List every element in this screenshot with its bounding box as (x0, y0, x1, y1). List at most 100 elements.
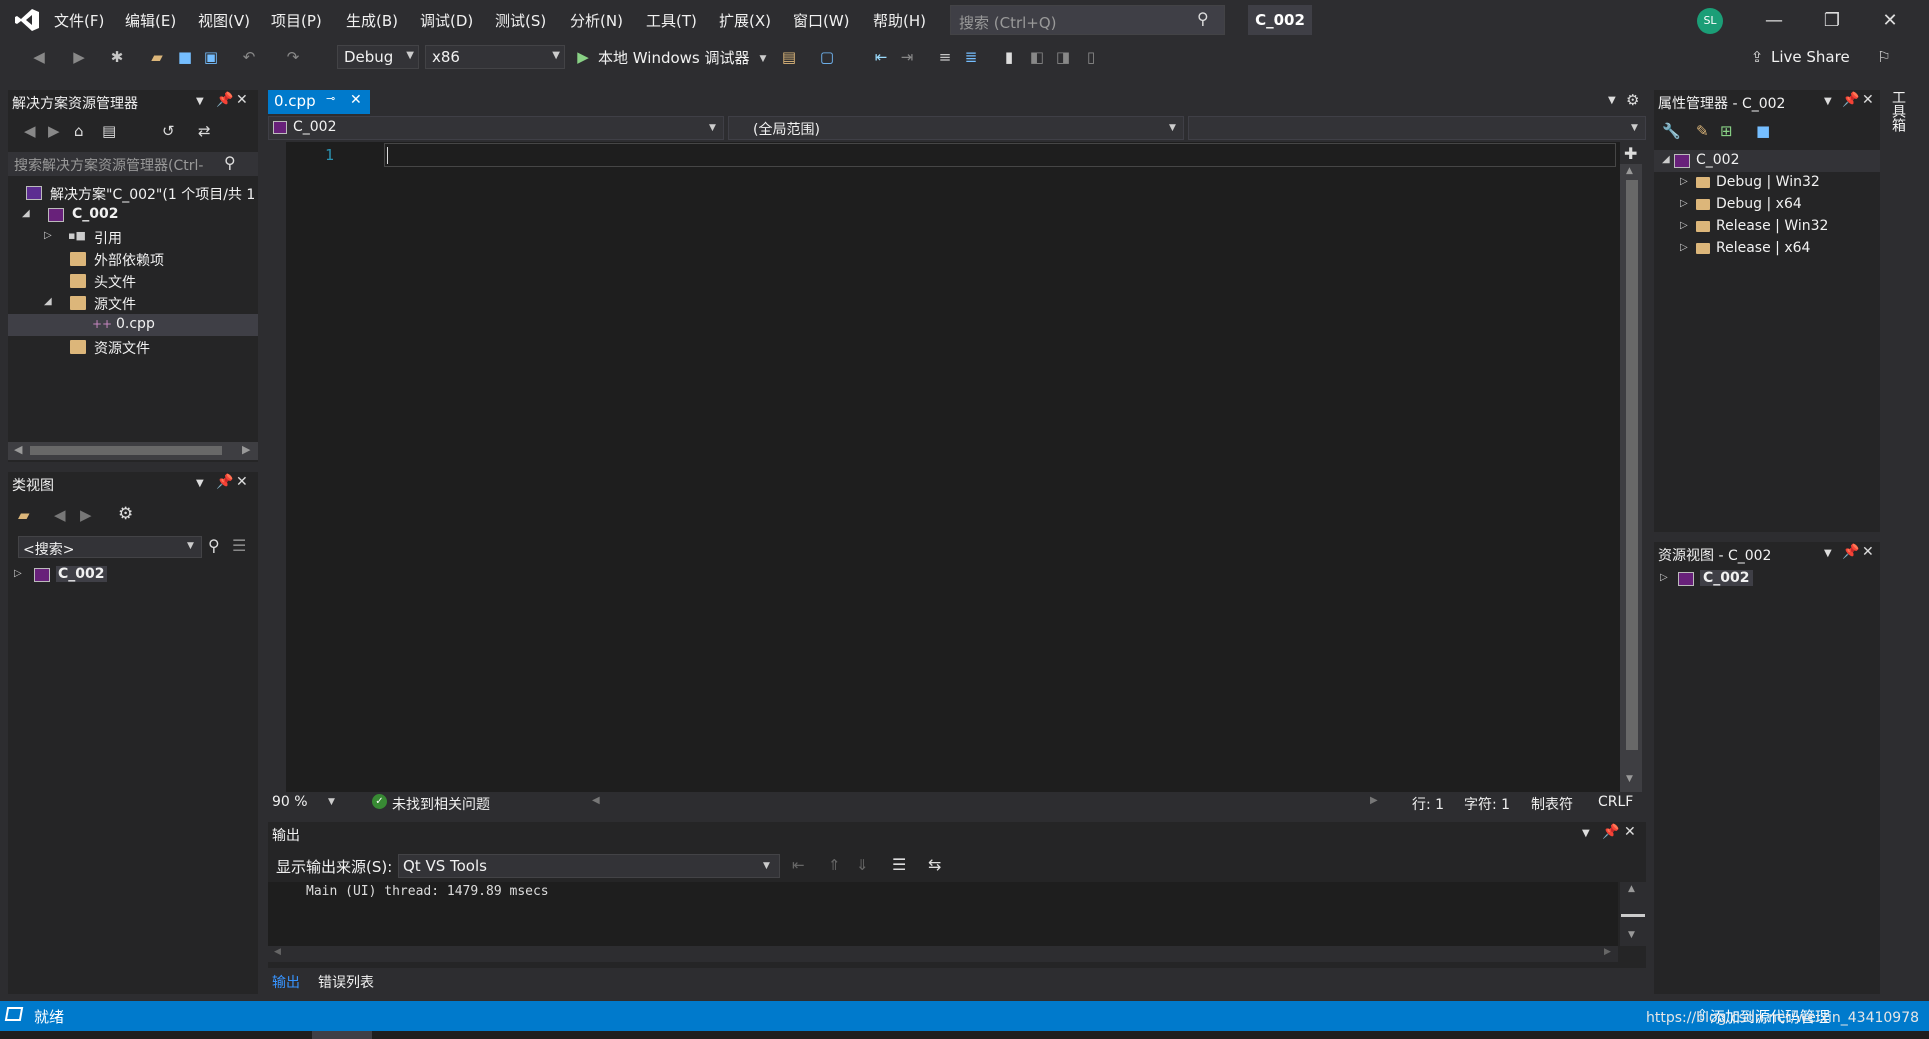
zoom-level[interactable]: 90 % (272, 794, 308, 810)
tree-resource-files[interactable]: 资源文件 (8, 336, 258, 358)
chevron-down-icon[interactable]: ▼ (1824, 96, 1832, 107)
outdent-icon[interactable]: ≣ (962, 48, 980, 66)
class-search-input[interactable]: <搜索> ▼ (18, 536, 202, 558)
expand-icon[interactable]: ▷ (1680, 198, 1692, 209)
menu-tools[interactable]: 工具(T) (646, 10, 697, 31)
project-nav-select[interactable]: C_002 ▼ (268, 116, 724, 140)
horizontal-scrollbar[interactable]: ◀ ▶ (8, 442, 258, 460)
step-over-icon[interactable]: ⇥ (898, 48, 916, 66)
prop-config-debug-x64[interactable]: ▷ Debug | x64 (1654, 194, 1880, 216)
prev-bookmark-icon[interactable]: ◧ (1028, 48, 1046, 66)
tree-references[interactable]: ▷ ▪■ 引用 (8, 226, 258, 248)
split-editor-icon[interactable]: ✚ (1624, 144, 1637, 163)
tab-0cpp[interactable]: 0.cpp ⊸ ✕ (268, 90, 370, 114)
find-in-output-icon[interactable]: ⇤ (792, 856, 805, 874)
issues-status[interactable]: 未找到相关问题 (392, 794, 490, 814)
scrollbar-thumb[interactable] (30, 446, 222, 455)
scroll-right-icon[interactable]: ▶ (242, 443, 250, 456)
tree-project[interactable]: ◢ C_002 (8, 204, 258, 226)
splitter-icon[interactable] (1621, 914, 1645, 917)
menu-test[interactable]: 测试(S) (495, 10, 546, 31)
back-icon[interactable]: ◀ (24, 122, 36, 140)
scroll-up-icon[interactable]: ▲ (1628, 884, 1635, 894)
menu-view[interactable]: 视图(V) (198, 10, 250, 31)
close-icon[interactable]: ✕ (236, 474, 248, 490)
pin-icon[interactable]: 📌 (1602, 824, 1619, 840)
chevron-down-icon[interactable]: ▼ (196, 96, 204, 107)
feedback-icon[interactable]: ⚐ (1875, 48, 1893, 66)
menu-file[interactable]: 文件(F) (54, 10, 104, 31)
close-window-icon[interactable]: ✕ (1861, 0, 1919, 42)
toolbox-tab[interactable]: 工具箱 (1888, 90, 1908, 150)
home-icon[interactable]: ⌂ (74, 122, 84, 140)
avatar[interactable]: SL (1697, 8, 1723, 34)
undo-icon[interactable]: ↶ (240, 48, 258, 66)
next-bookmark-icon[interactable]: ◨ (1054, 48, 1072, 66)
clear-bookmarks-icon[interactable]: ▯ (1082, 48, 1100, 66)
save-icon[interactable]: ■ (1756, 122, 1770, 140)
prop-config-debug-win32[interactable]: ▷ Debug | Win32 (1654, 172, 1880, 194)
collapse-icon[interactable]: ◢ (22, 208, 34, 219)
step-icon[interactable]: ⇤ (872, 48, 890, 66)
chevron-down-icon[interactable]: ▼ (1582, 828, 1590, 839)
chevron-down-icon[interactable]: ▼ (328, 797, 335, 807)
clear-all-icon[interactable]: ☰ (892, 855, 906, 874)
forward-icon[interactable]: ▶ (80, 506, 92, 524)
start-debug-icon[interactable]: ▶ (574, 48, 592, 66)
pin-icon[interactable]: 📌 (1842, 544, 1859, 560)
word-wrap-icon[interactable]: ⇆ (928, 855, 941, 874)
close-icon[interactable]: ✕ (236, 92, 248, 108)
tree-solution[interactable]: 解决方案"C_002"(1 个项目/共 1 (8, 182, 258, 204)
menu-extensions[interactable]: 扩展(X) (719, 10, 771, 31)
forward-icon[interactable]: ▶ (48, 122, 60, 140)
pin-icon[interactable]: 📌 (216, 92, 233, 108)
next-message-icon[interactable]: ⇓ (856, 856, 869, 874)
pending-changes-icon[interactable]: ↺ (162, 122, 175, 140)
save-icon[interactable]: ■ (176, 48, 194, 66)
collapse-icon[interactable]: ◢ (1662, 154, 1674, 165)
output-horizontal-scrollbar[interactable]: ◀ ▶ (268, 946, 1618, 962)
prop-config-release-win32[interactable]: ▷ Release | Win32 (1654, 216, 1880, 238)
expand-icon[interactable]: ▷ (14, 568, 26, 579)
expand-icon[interactable]: ▷ (1660, 572, 1672, 583)
line-ending[interactable]: CRLF (1598, 794, 1633, 810)
wrench-icon[interactable]: 🔧 (1662, 122, 1681, 140)
find-in-files-icon[interactable]: ▤ (780, 48, 798, 66)
pin-icon[interactable]: ⊸ (326, 92, 335, 105)
add-new-sheet-icon[interactable]: ✎ (1696, 122, 1709, 140)
chevron-down-icon[interactable]: ▼ (196, 478, 204, 489)
menu-edit[interactable]: 编辑(E) (125, 10, 176, 31)
menu-window[interactable]: 窗口(W) (793, 10, 850, 31)
tab-output[interactable]: 输出 (272, 972, 300, 992)
scroll-left-icon[interactable]: ◀ (14, 443, 22, 456)
close-icon[interactable]: ✕ (350, 92, 362, 108)
restore-icon[interactable]: ❐ (1803, 0, 1861, 42)
menu-debug[interactable]: 调试(D) (420, 10, 473, 31)
save-all-icon[interactable]: ▣ (202, 48, 220, 66)
solution-search-input[interactable]: 搜索解决方案资源管理器(Ctrl- ⚲ (8, 152, 258, 176)
back-icon[interactable]: ◀ (30, 48, 48, 66)
bookmark-icon[interactable]: ▮ (1000, 48, 1018, 66)
tree-header-files[interactable]: 头文件 (8, 270, 258, 292)
tree-file-0cpp[interactable]: ++ 0.cpp (8, 314, 258, 336)
configuration-select[interactable]: Debug ▼ (337, 45, 419, 69)
expand-icon[interactable]: ▷ (44, 230, 56, 241)
close-icon[interactable]: ✕ (1862, 544, 1874, 560)
settings-icon[interactable]: ⚙ (118, 504, 133, 524)
tab-error-list[interactable]: 错误列表 (318, 972, 374, 992)
resource-project[interactable]: ▷ C_002 (1654, 568, 1880, 590)
sync-icon[interactable]: ⇄ (198, 122, 211, 140)
start-debug-button[interactable]: 本地 Windows 调试器 (598, 47, 750, 68)
open-file-icon[interactable]: ▰ (148, 48, 166, 66)
back-icon[interactable]: ◀ (54, 506, 66, 524)
chevron-down-icon[interactable]: ▼ (1824, 548, 1832, 559)
gear-icon[interactable]: ⚙ (1626, 91, 1639, 109)
menu-analyze[interactable]: 分析(N) (570, 10, 623, 31)
prev-message-icon[interactable]: ⇑ (828, 856, 841, 874)
minimize-icon[interactable]: — (1745, 0, 1803, 42)
switch-view-icon[interactable]: ▤ (102, 122, 116, 140)
indent-icon[interactable]: ≡ (936, 48, 954, 66)
prop-config-release-x64[interactable]: ▷ Release | x64 (1654, 238, 1880, 260)
output-source-select[interactable]: Qt VS Tools ▼ (398, 854, 780, 878)
search-icon[interactable]: ⚲ (224, 153, 236, 172)
